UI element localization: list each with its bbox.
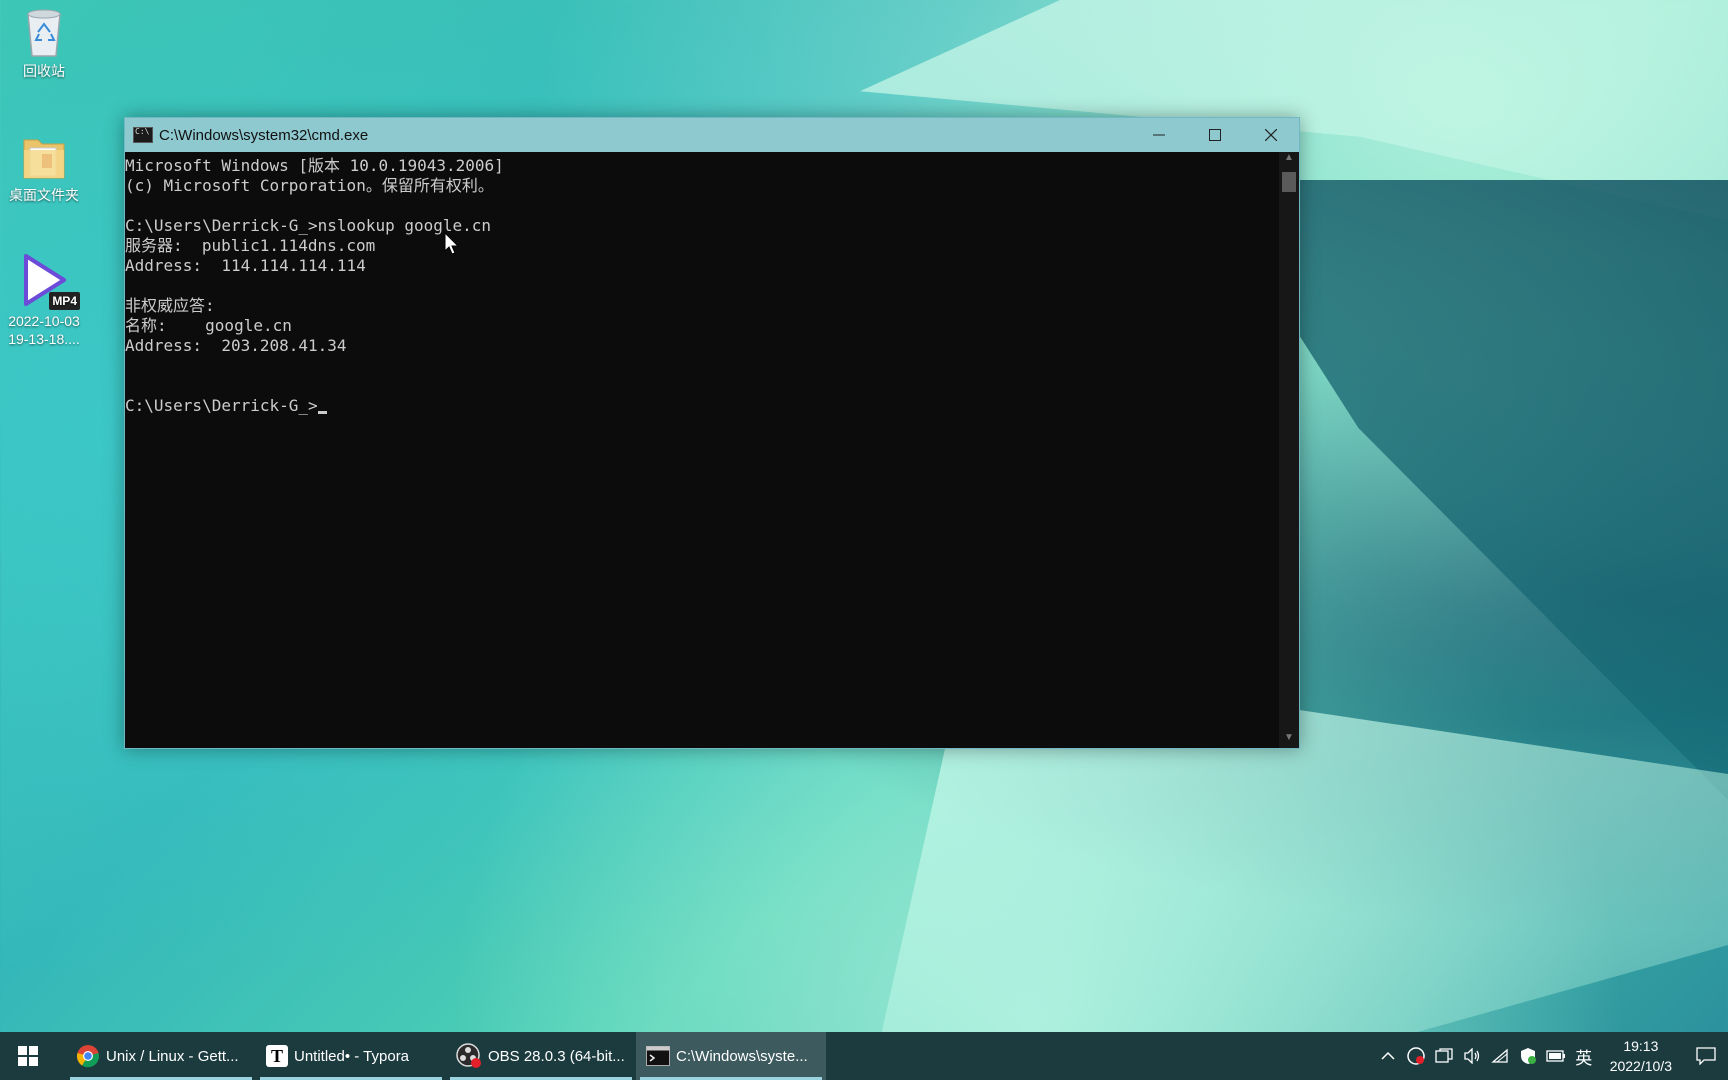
task-view-icon[interactable] <box>1430 1048 1458 1064</box>
notification-center-button[interactable] <box>1684 1047 1728 1065</box>
maximize-button[interactable] <box>1187 118 1243 152</box>
taskbar-item-label: Unix / Linux - Gett... <box>106 1047 239 1065</box>
console-line: 名称: google.cn <box>125 316 292 335</box>
desktop-icon-label: 回收站 <box>23 63 65 79</box>
notification-icon <box>1696 1047 1716 1065</box>
taskbar-item-label: Untitled• - Typora <box>294 1047 410 1065</box>
scroll-thumb[interactable] <box>1282 172 1296 192</box>
chrome-icon <box>76 1044 100 1068</box>
console-output[interactable]: Microsoft Windows [版本 10.0.19043.2006] (… <box>125 152 1279 748</box>
chevron-up-icon[interactable] <box>1374 1051 1402 1061</box>
volume-icon[interactable] <box>1458 1048 1486 1064</box>
cmd-icon <box>133 127 153 143</box>
desktop-icon-folder[interactable]: 桌面文件夹 <box>2 130 86 204</box>
desktop-icon-label: 桌面文件夹 <box>9 187 79 203</box>
typora-icon: T <box>266 1045 288 1067</box>
console-line: C:\Users\Derrick-G_>nslookup google.cn <box>125 216 492 235</box>
system-tray: 英 19:13 2022/10/3 <box>1374 1032 1728 1080</box>
close-button[interactable] <box>1243 118 1299 152</box>
clock-time: 19:13 <box>1623 1038 1659 1054</box>
minimize-button[interactable] <box>1131 118 1187 152</box>
clock-date: 2022/10/3 <box>1609 1058 1672 1074</box>
recycle-bin-icon <box>27 9 61 57</box>
taskbar-item-label: C:\Windows\syste... <box>676 1047 808 1065</box>
console-line: 服务器: public1.114dns.com <box>125 236 376 255</box>
folder-icon <box>23 139 65 179</box>
taskbar-item-cmd[interactable]: C:\Windows\syste... <box>636 1032 826 1080</box>
obs-icon <box>456 1043 482 1069</box>
clock[interactable]: 19:13 2022/10/3 <box>1598 1036 1684 1076</box>
battery-icon[interactable] <box>1542 1050 1570 1062</box>
console-line: (c) Microsoft Corporation。保留所有权利。 <box>125 176 494 195</box>
desktop-icon-video[interactable]: MP4 2022-10-03 19-13-18.... <box>2 250 86 348</box>
minimize-icon <box>1153 134 1165 136</box>
vertical-scrollbar[interactable]: ▲ ▼ <box>1279 152 1299 748</box>
desktop-icon-label: 19-13-18.... <box>8 331 80 347</box>
security-shield-icon[interactable] <box>1514 1047 1542 1065</box>
scroll-up-icon[interactable]: ▲ <box>1279 152 1299 168</box>
start-button[interactable] <box>0 1032 56 1080</box>
prompt-line[interactable]: C:\Users\Derrick-G_> <box>125 396 1279 416</box>
maximize-icon <box>1209 129 1221 141</box>
taskbar-item-typora[interactable]: T Untitled• - Typora <box>256 1032 446 1080</box>
cmd-icon <box>646 1046 670 1066</box>
windows-logo-icon <box>18 1046 38 1066</box>
mp4-badge: MP4 <box>49 292 80 310</box>
console-line: Microsoft Windows [版本 10.0.19043.2006] <box>125 156 504 175</box>
scroll-down-icon[interactable]: ▼ <box>1279 732 1299 748</box>
cmd-window[interactable]: C:\Windows\system32\cmd.exe Microsoft Wi… <box>124 117 1300 749</box>
window-title: C:\Windows\system32\cmd.exe <box>159 126 369 144</box>
ime-indicator[interactable]: 英 <box>1570 1044 1598 1069</box>
prompt-text: C:\Users\Derrick-G_> <box>125 396 318 415</box>
cmd-titlebar[interactable]: C:\Windows\system32\cmd.exe <box>125 118 1299 152</box>
taskbar-item-obs[interactable]: OBS 28.0.3 (64-bit... <box>446 1032 636 1080</box>
close-icon <box>1265 129 1277 141</box>
text-cursor <box>317 411 327 414</box>
desktop-icon-label: 2022-10-03 <box>8 313 80 329</box>
typora-letter: T <box>266 1045 288 1067</box>
taskbar-item-chrome[interactable]: Unix / Linux - Gett... <box>66 1032 256 1080</box>
taskbar-item-label: OBS 28.0.3 (64-bit... <box>488 1047 625 1065</box>
console-line: 非权威应答: <box>125 296 215 315</box>
desktop-icon-recycle-bin[interactable]: 回收站 <box>2 6 86 80</box>
console-line: Address: 114.114.114.114 <box>125 256 366 275</box>
console-line: Address: 203.208.41.34 <box>125 336 347 355</box>
mouse-pointer-icon <box>444 232 460 255</box>
wifi-icon[interactable] <box>1486 1048 1514 1064</box>
obs-tray-icon[interactable] <box>1402 1047 1430 1065</box>
taskbar: Unix / Linux - Gett... T Untitled• - Typ… <box>0 1032 1728 1080</box>
